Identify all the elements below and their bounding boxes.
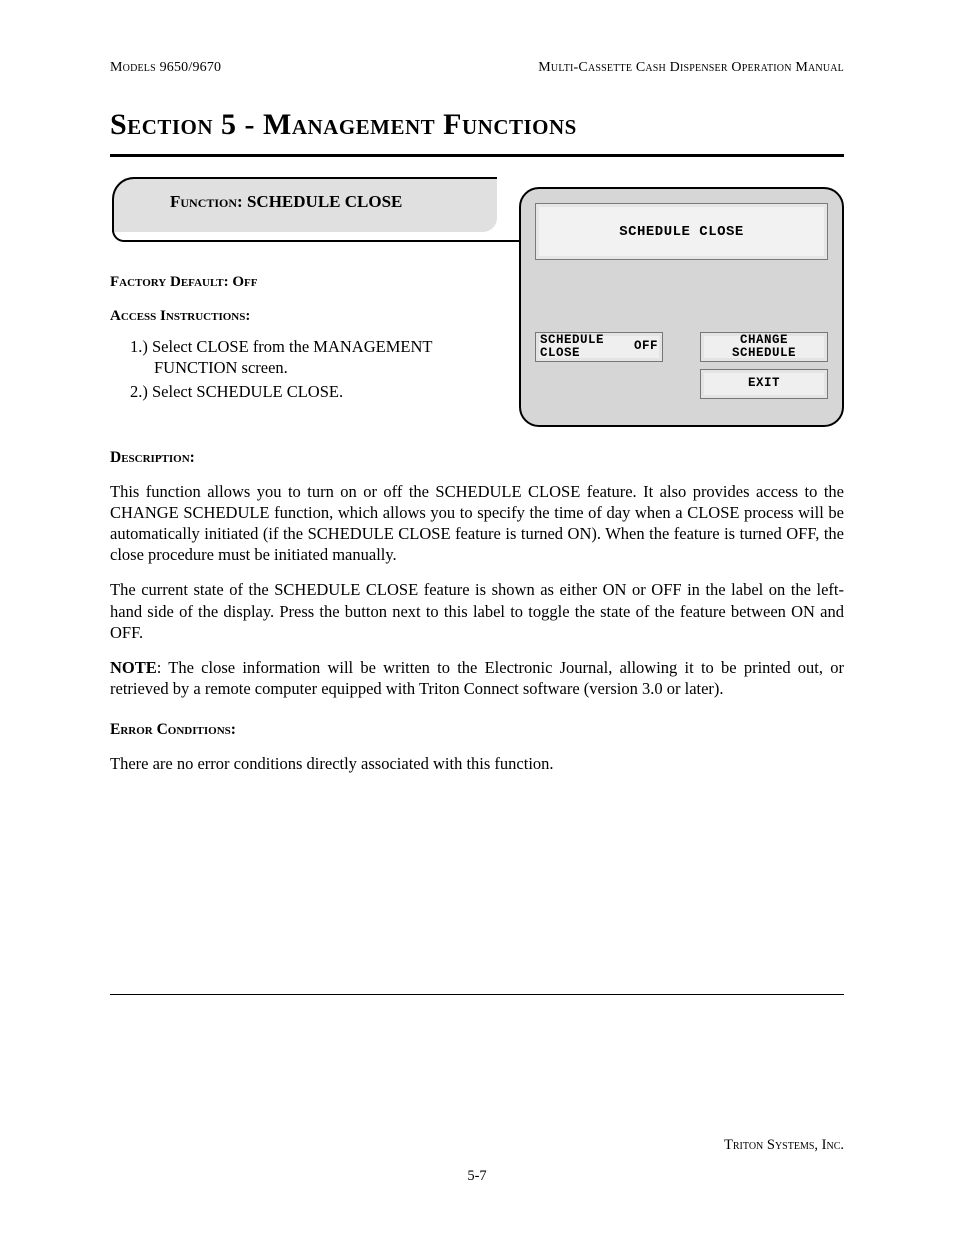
atm-schedule-close-toggle[interactable]: SCHEDULE CLOSE OFF xyxy=(535,332,663,362)
title-rule xyxy=(110,154,844,157)
note-label: NOTE xyxy=(110,658,157,677)
section-title: Section 5 - Management Functions xyxy=(110,108,844,142)
atm-screenshot: SCHEDULE CLOSE SCHEDULE CLOSE OFF CHANGE… xyxy=(519,187,844,427)
atm-title: SCHEDULE CLOSE xyxy=(535,203,828,260)
description-note: NOTE: The close information will be writ… xyxy=(110,657,844,699)
header-left: Models 9650/9670 xyxy=(110,60,221,76)
footer-rule xyxy=(110,994,844,995)
function-label-text: Function: xyxy=(170,192,247,211)
error-conditions-label: Error Conditions: xyxy=(110,721,844,739)
access-step: 1.) Select CLOSE from the MANAGEMENT FUN… xyxy=(130,336,501,379)
atm-change-schedule-button[interactable]: CHANGE SCHEDULE xyxy=(700,332,828,362)
header-right: Multi-Cassette Cash Dispenser Operation … xyxy=(538,60,844,76)
footer-company: Triton Systems, Inc. xyxy=(110,1137,844,1154)
factory-default-value: Off xyxy=(232,274,257,290)
access-steps: 1.) Select CLOSE from the MANAGEMENT FUN… xyxy=(110,336,501,402)
function-label: Function: SCHEDULE CLOSE xyxy=(170,192,402,212)
function-name: SCHEDULE CLOSE xyxy=(247,192,402,211)
atm-toggle-state: OFF xyxy=(634,340,658,353)
factory-default-label: Factory Default: xyxy=(110,274,232,290)
description-label: Description: xyxy=(110,449,844,467)
error-conditions-body: There are no error conditions directly a… xyxy=(110,753,844,774)
spacer xyxy=(535,369,694,399)
footer-page-number: 5-7 xyxy=(110,1168,844,1185)
access-instructions-label: Access Instructions: xyxy=(110,307,501,327)
spacer xyxy=(669,332,694,362)
note-body: : The close information will be written … xyxy=(110,658,844,698)
factory-default-line: Factory Default: Off xyxy=(110,273,501,293)
description-p1: This function allows you to turn on or o… xyxy=(110,481,844,565)
description-p2: The current state of the SCHEDULE CLOSE … xyxy=(110,579,844,642)
atm-toggle-label: SCHEDULE CLOSE xyxy=(540,334,604,360)
access-step: 2.) Select SCHEDULE CLOSE. xyxy=(130,381,501,402)
atm-exit-button[interactable]: EXIT xyxy=(700,369,828,399)
